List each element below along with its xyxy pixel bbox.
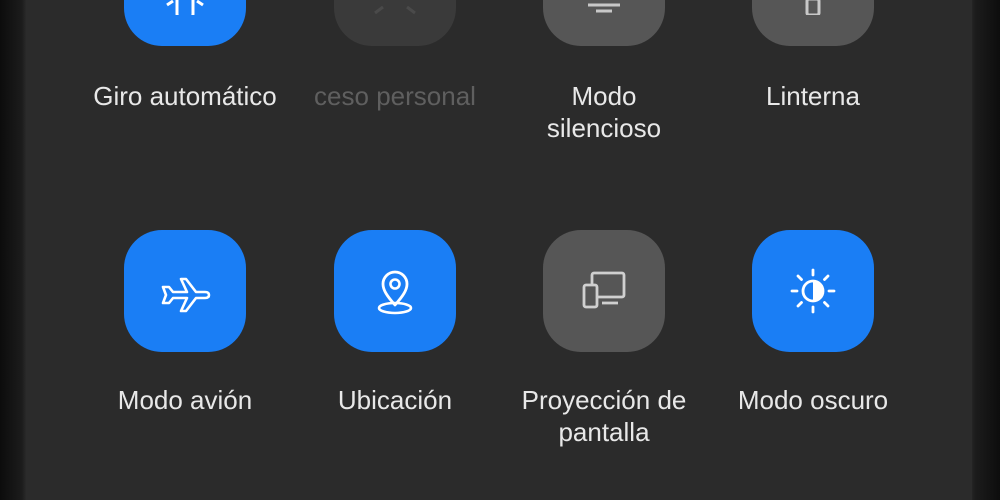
location-pin-icon [365,261,425,321]
personal-access-button[interactable] [334,0,456,46]
dark-mode-label: Modo oscuro [737,385,889,415]
airplane-mode-button[interactable] [124,230,246,352]
code-icon [365,0,425,15]
silent-icon [574,0,634,15]
location-button[interactable] [334,230,456,352]
flashlight-button[interactable] [752,0,874,46]
airplane-mode-label: Modo avión [117,385,253,415]
dark-mode-icon [783,261,843,321]
auto-rotate-button[interactable] [124,0,246,46]
personal-access-label: ceso personal [314,81,476,111]
screenshot-frame: Giro automático ceso personal Modo silen… [0,0,1000,500]
silent-mode-button[interactable] [543,0,665,46]
auto-rotate-label: Giro automático [93,81,277,111]
silent-mode-label: Modo silencioso [546,81,662,143]
flashlight-label: Linterna [766,81,860,111]
screen-cast-icon [574,261,634,321]
airplane-icon [155,261,215,321]
rotate-icon [155,0,215,15]
dark-mode-button[interactable] [752,230,874,352]
quick-settings-panel: Giro automático ceso personal Modo silen… [26,0,972,500]
location-label: Ubicación [337,385,453,415]
screen-cast-button[interactable] [543,230,665,352]
screen-cast-label: Proyección de pantalla [521,385,687,447]
flashlight-icon [783,0,843,15]
